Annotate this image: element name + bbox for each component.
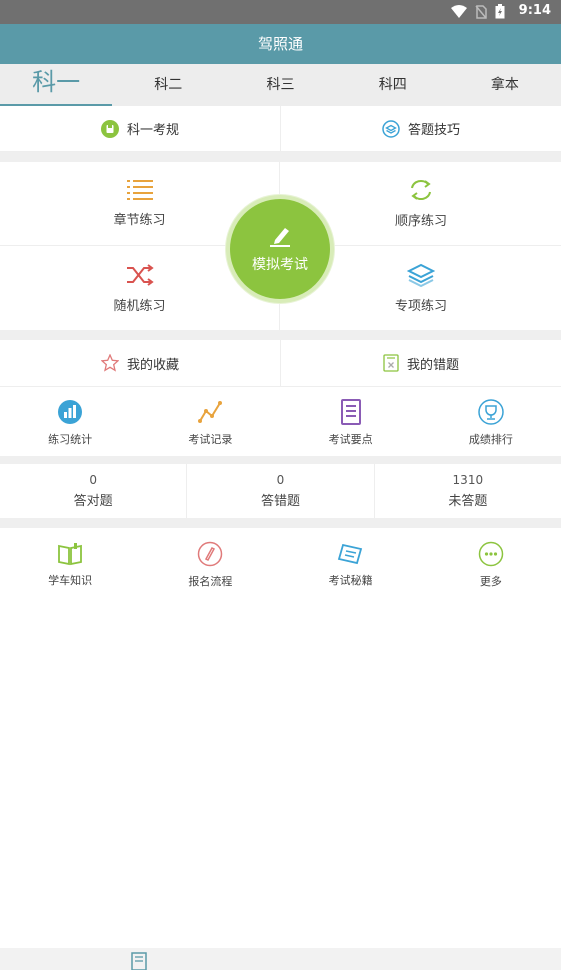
pen-circle-icon [198,541,223,567]
unanswered-count: 1310 [452,473,484,487]
random-practice-label: 随机练习 [113,298,166,314]
practice-stats-label: 练习统计 [48,433,93,446]
correct-label: 答对题 [73,494,113,509]
subject-tabs: 科一 科二 科三 科四 拿本 [0,64,561,106]
collection-row: 我的收藏 我的错题 [0,340,561,387]
tab-get-license[interactable]: 拿本 [449,64,561,106]
status-bar: 9:14 [0,0,561,24]
wifi-icon [451,4,467,18]
bottom-bar [0,948,561,970]
unanswered-stat: 1310 未答题 [373,464,561,518]
sequence-practice-label: 顺序练习 [394,214,447,229]
my-mistakes-label: 我的错题 [406,357,459,373]
exam-secrets-button[interactable]: 考试秘籍 [281,530,421,600]
more-icon [478,541,504,567]
mock-exam-button[interactable]: 模拟考试 [226,195,334,303]
status-time: 9:14 [518,3,551,18]
registration-process-label: 报名流程 [188,575,233,588]
ranking-button[interactable]: 成绩排行 [421,388,561,458]
answer-tips-link[interactable]: 答题技巧 [280,106,561,151]
section-divider [0,518,561,528]
list-icon [126,180,153,200]
star-icon [100,354,119,372]
section-divider [0,456,561,464]
driving-knowledge-button[interactable]: 学车知识 [0,530,140,600]
cycle-arrows-icon [411,180,431,200]
answer-tips-label: 答题技巧 [407,123,460,138]
driving-knowledge-label: 学车知识 [48,574,93,587]
layers-icon [407,263,435,287]
wrong-count: 0 [276,473,285,487]
document-icon[interactable] [131,952,147,970]
tab-subject-3[interactable]: 科三 [224,64,336,106]
pencil-icon [270,228,290,247]
ranking-label: 成绩排行 [468,433,513,446]
unanswered-label: 未答题 [448,494,488,509]
correct-stat: 0 答对题 [0,464,186,518]
notebook-icon [337,543,362,565]
exam-records-button[interactable]: 考试记录 [140,388,280,458]
exam-points-button[interactable]: 考试要点 [281,388,421,458]
book-icon [58,543,83,566]
answer-stats: 0 答对题 0 答错题 1310 未答题 [0,464,561,518]
no-sim-icon [475,4,487,19]
bar-chart-icon [58,400,83,424]
tab-subject-4[interactable]: 科四 [337,64,449,106]
document-icon [340,399,361,425]
my-favorites-label: 我的收藏 [126,357,179,373]
tab-subject-1[interactable]: 科一 [0,64,113,106]
exam-records-label: 考试记录 [188,433,233,446]
mock-exam-label: 模拟考试 [252,257,308,273]
more-label: 更多 [479,575,502,588]
rules-book-icon [100,119,119,138]
exam-rules-link[interactable]: 科一考规 [0,106,280,151]
my-favorites-button[interactable]: 我的收藏 [0,340,280,386]
correct-count: 0 [89,473,97,487]
section-divider [0,152,561,162]
layers-circle-icon [382,119,400,138]
exam-rules-label: 科一考规 [126,123,179,138]
special-practice-label: 专项练习 [394,298,447,314]
exam-secrets-label: 考试秘籍 [328,574,373,587]
my-mistakes-button[interactable]: 我的错题 [280,340,561,386]
error-note-icon [383,354,399,372]
status-icons [451,4,505,19]
exam-points-label: 考试要点 [328,433,373,446]
registration-process-button[interactable]: 报名流程 [140,530,280,600]
line-chart-icon [198,401,223,423]
tools-row: 练习统计 考试记录 考试要点 成绩排行 [0,388,561,458]
app-title: 驾照通 [0,24,561,64]
shuffle-icon [126,263,154,286]
more-button[interactable]: 更多 [421,530,561,600]
chapter-practice-label: 章节练习 [113,213,166,228]
practice-stats-button[interactable]: 练习统计 [0,388,140,458]
section-divider [0,330,561,340]
wrong-label: 答错题 [260,494,300,509]
wrong-stat: 0 答错题 [186,464,373,518]
extras-row: 学车知识 报名流程 考试秘籍 更多 [0,530,561,600]
trophy-icon [478,399,504,425]
info-links: 科一考规 答题技巧 [0,106,561,152]
tab-subject-2[interactable]: 科二 [112,64,224,106]
battery-icon [495,4,505,19]
